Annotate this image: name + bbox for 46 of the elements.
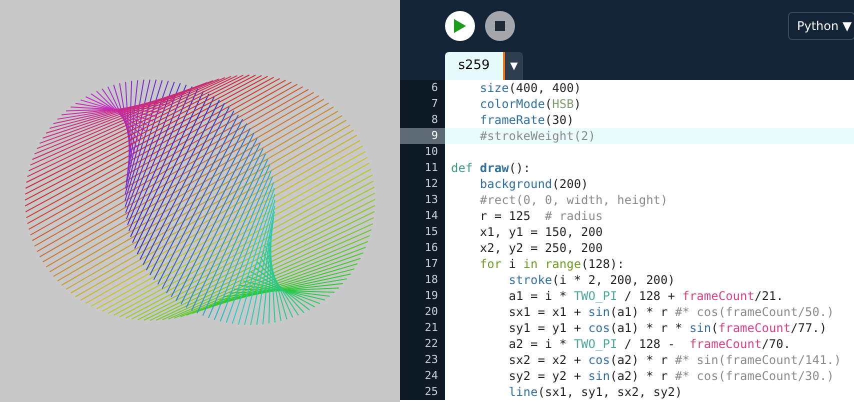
stop-button[interactable]: [485, 11, 515, 41]
code-line: x2, y2 = 250, 200: [478, 241, 603, 255]
line-number: 23: [400, 352, 445, 368]
line-number: 24: [400, 368, 445, 384]
code-line: background(200): [478, 177, 588, 191]
language-dropdown[interactable]: Python ▼: [788, 12, 854, 40]
code-line: a2 = i * TWO_PI / 128 - frameCount/70.: [508, 337, 791, 351]
code-line: x1, y1 = 150, 200: [478, 225, 603, 239]
line-number: 20: [400, 304, 445, 320]
line-number: 18: [400, 272, 445, 288]
code-line: colorMode(HSB): [478, 97, 582, 111]
line-number: 8: [400, 112, 445, 128]
code-line: sx2 = x2 + cos(a2) * r #* sin(frameCount/141.): [508, 353, 842, 367]
line-number: 19: [400, 288, 445, 304]
code-line: #rect(0, 0, width, height): [478, 193, 668, 207]
tab-menu-button[interactable]: ▼: [505, 52, 523, 80]
code-line: a1 = i * TWO_PI / 128 + frameCount/21.: [508, 289, 784, 303]
line-number: 17: [400, 256, 445, 272]
code-line: r = 125 # radius: [478, 209, 603, 223]
code-line: sy1 = y1 + cos(a1) * r * sin(frameCount/77.): [508, 321, 827, 335]
code-line: size(400, 400): [478, 81, 582, 95]
code-line: #strokeWeight(2): [478, 129, 596, 143]
line-number: 9: [400, 128, 445, 144]
run-button[interactable]: [445, 11, 475, 41]
line-number: 21: [400, 320, 445, 336]
code-line: for i in range(128):: [478, 257, 624, 271]
file-tab[interactable]: s259: [445, 52, 505, 80]
line-number: 16: [400, 240, 445, 256]
play-icon: [454, 19, 466, 33]
line-number: 11: [400, 160, 445, 176]
line-number: 10: [400, 144, 445, 160]
line-number: 13: [400, 192, 445, 208]
code-line: sx1 = x1 + sin(a1) * r #* cos(frameCount/50.): [508, 305, 834, 319]
line-number: 15: [400, 224, 445, 240]
stop-icon: [495, 21, 505, 31]
code-line: stroke(i * 2, 200, 200): [508, 273, 675, 287]
code-line: def draw():: [451, 161, 530, 175]
line-number: 22: [400, 336, 445, 352]
line-number: 12: [400, 176, 445, 192]
code-line: frameRate(30): [478, 113, 574, 127]
line-number: 7: [400, 96, 445, 112]
code-line: sy2 = y2 + sin(a2) * r #* cos(frameCount/30.): [508, 369, 834, 383]
line-number: 6: [400, 80, 445, 96]
line-number: 14: [400, 208, 445, 224]
code-line: line(sx1, sy1, sx2, sy2): [508, 385, 682, 399]
line-number: 25: [400, 384, 445, 400]
